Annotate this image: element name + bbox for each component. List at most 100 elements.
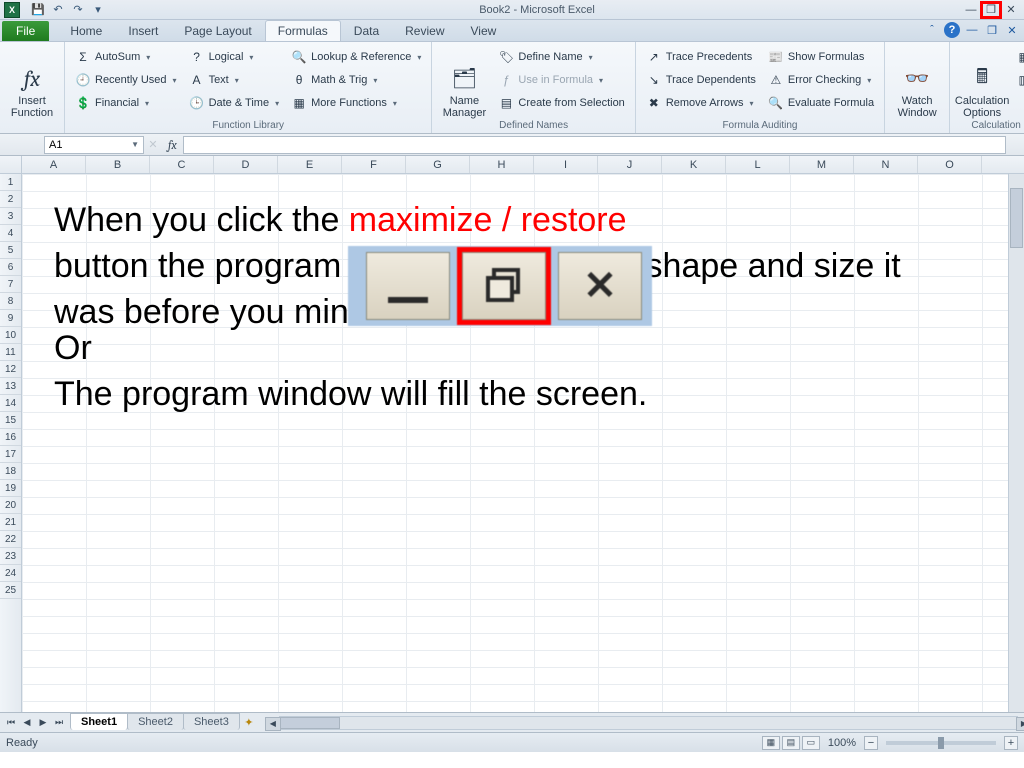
row-header[interactable]: 18	[0, 463, 21, 480]
row-header[interactable]: 5	[0, 242, 21, 259]
insert-function-button[interactable]: fx Insert Function	[6, 44, 58, 119]
col-header[interactable]: I	[534, 156, 598, 173]
recently-used-button[interactable]: 🕘Recently Used	[71, 69, 181, 91]
lookup-reference-button[interactable]: 🔍Lookup & Reference	[287, 46, 425, 68]
name-box[interactable]: A1▼	[44, 136, 144, 154]
col-header[interactable]: J	[598, 156, 662, 173]
help-icon[interactable]: ?	[944, 22, 960, 38]
tab-page-layout[interactable]: Page Layout	[171, 20, 264, 41]
calc-now-button[interactable]: ▦	[1012, 46, 1024, 68]
undo-button[interactable]: ↶	[50, 2, 66, 18]
create-from-selection-button[interactable]: ▤Create from Selection	[494, 92, 628, 114]
row-header[interactable]: 21	[0, 514, 21, 531]
date-time-button[interactable]: 🕒Date & Time	[185, 92, 284, 114]
tab-view[interactable]: View	[458, 20, 510, 41]
row-header[interactable]: 19	[0, 480, 21, 497]
col-header[interactable]: H	[470, 156, 534, 173]
vertical-scrollbar[interactable]	[1008, 174, 1024, 712]
evaluate-formula-button[interactable]: 🔍Evaluate Formula	[764, 92, 878, 114]
name-box-dropdown-icon[interactable]: ▼	[131, 140, 139, 149]
tab-data[interactable]: Data	[341, 20, 392, 41]
select-all-corner[interactable]	[0, 156, 22, 173]
row-header[interactable]: 6	[0, 259, 21, 276]
view-normal-button[interactable]: ▦	[762, 736, 780, 750]
sheet-tab-1[interactable]: Sheet1	[70, 713, 128, 730]
row-header[interactable]: 15	[0, 412, 21, 429]
trace-dependents-button[interactable]: ↘Trace Dependents	[642, 69, 760, 91]
tab-review[interactable]: Review	[392, 20, 457, 41]
minimize-window-button[interactable]: —	[962, 3, 980, 17]
col-header[interactable]: A	[22, 156, 86, 173]
workbook-restore-icon[interactable]: ❐	[984, 22, 1000, 38]
col-header[interactable]: B	[86, 156, 150, 173]
text-button[interactable]: AText	[185, 69, 284, 91]
workbook-close-icon[interactable]: ✕	[1004, 22, 1020, 38]
financial-button[interactable]: 💲Financial	[71, 92, 181, 114]
file-tab[interactable]: File	[2, 21, 49, 41]
row-header[interactable]: 12	[0, 361, 21, 378]
view-page-layout-button[interactable]: ▤	[782, 736, 800, 750]
row-header[interactable]: 10	[0, 327, 21, 344]
row-header[interactable]: 9	[0, 310, 21, 327]
logical-button[interactable]: ?Logical	[185, 46, 284, 68]
col-header[interactable]: D	[214, 156, 278, 173]
row-header[interactable]: 17	[0, 446, 21, 463]
row-header[interactable]: 24	[0, 565, 21, 582]
row-header[interactable]: 4	[0, 225, 21, 242]
col-header[interactable]: L	[726, 156, 790, 173]
col-header[interactable]: E	[278, 156, 342, 173]
col-header[interactable]: G	[406, 156, 470, 173]
row-header[interactable]: 8	[0, 293, 21, 310]
fx-label-icon[interactable]: fx	[162, 138, 183, 152]
remove-arrows-button[interactable]: ✖Remove Arrows	[642, 92, 760, 114]
qat-customize-icon[interactable]: ▾	[90, 2, 106, 18]
name-manager-button[interactable]: 🗂 Name Manager	[438, 44, 490, 119]
zoom-in-button[interactable]: +	[1004, 736, 1018, 750]
autosum-button[interactable]: ΣAutoSum	[71, 46, 181, 68]
sheet-nav-first-icon[interactable]: ⏮	[4, 717, 18, 728]
sheet-nav-prev-icon[interactable]: ◀	[20, 717, 34, 728]
row-header[interactable]: 7	[0, 276, 21, 293]
col-header[interactable]: C	[150, 156, 214, 173]
col-header[interactable]: O	[918, 156, 982, 173]
row-header[interactable]: 1	[0, 174, 21, 191]
row-header[interactable]: 3	[0, 208, 21, 225]
close-window-button[interactable]: ✕	[1002, 3, 1020, 17]
sheet-nav-last-icon[interactable]: ⏭	[52, 717, 66, 728]
redo-button[interactable]: ↷	[70, 2, 86, 18]
watch-window-button[interactable]: 👓 Watch Window	[891, 44, 943, 119]
save-button[interactable]: 💾	[30, 2, 46, 18]
col-header[interactable]: F	[342, 156, 406, 173]
sheet-tab-2[interactable]: Sheet2	[127, 713, 184, 730]
trace-precedents-button[interactable]: ↗Trace Precedents	[642, 46, 760, 68]
tab-home[interactable]: Home	[57, 20, 115, 41]
new-sheet-button[interactable]: ✦	[239, 716, 259, 729]
calculation-options-button[interactable]: 🖩 Calculation Options	[956, 44, 1008, 119]
worksheet-grid[interactable]: A B C D E F G H I J K L M N O 1 2 3 4 5 …	[0, 156, 1024, 712]
sheet-nav-next-icon[interactable]: ▶	[36, 717, 50, 728]
row-header[interactable]: 2	[0, 191, 21, 208]
formula-input[interactable]	[183, 136, 1006, 154]
sheet-tab-3[interactable]: Sheet3	[183, 713, 240, 730]
tab-insert[interactable]: Insert	[115, 20, 171, 41]
row-header[interactable]: 14	[0, 395, 21, 412]
more-functions-button[interactable]: ▦More Functions	[287, 92, 425, 114]
workbook-minimize-icon[interactable]: —	[964, 22, 980, 38]
row-header[interactable]: 20	[0, 497, 21, 514]
col-header[interactable]: M	[790, 156, 854, 173]
minimize-ribbon-icon[interactable]: ˆ	[924, 22, 940, 38]
horizontal-scrollbar[interactable]	[279, 716, 1018, 730]
use-in-formula-button[interactable]: ƒUse in Formula	[494, 69, 628, 91]
cells-area[interactable]: When you click the maximize / restore bu…	[22, 174, 1024, 712]
cancel-formula-icon[interactable]: ✕	[144, 138, 162, 151]
col-header[interactable]: K	[662, 156, 726, 173]
row-header[interactable]: 23	[0, 548, 21, 565]
view-page-break-button[interactable]: ▭	[802, 736, 820, 750]
zoom-out-button[interactable]: −	[864, 736, 878, 750]
error-checking-button[interactable]: ⚠Error Checking	[764, 69, 878, 91]
row-header[interactable]: 11	[0, 344, 21, 361]
math-trig-button[interactable]: θMath & Trig	[287, 69, 425, 91]
show-formulas-button[interactable]: 📰Show Formulas	[764, 46, 878, 68]
row-header[interactable]: 13	[0, 378, 21, 395]
row-header[interactable]: 25	[0, 582, 21, 599]
